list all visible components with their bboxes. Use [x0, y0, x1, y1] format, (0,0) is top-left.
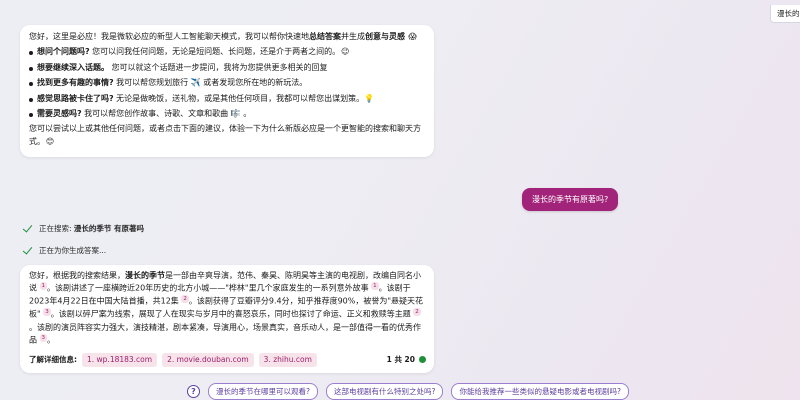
learn-more-row: 了解详细信息: 1. wp.18183.com 2. movie.douban.…: [29, 352, 426, 367]
checkmark-icon: [22, 245, 33, 256]
wink-emoji-icon: 😉: [341, 47, 350, 57]
source-link[interactable]: 2. movie.douban.com: [162, 352, 254, 367]
smile-emoji-icon: 😊: [45, 136, 55, 146]
scream-emoji-icon: 😱: [408, 32, 417, 41]
browser-tab[interactable]: 漫长的季: [770, 5, 800, 23]
status-dot-icon: [419, 356, 426, 364]
citation-link[interactable]: 2: [413, 308, 421, 317]
citation-link[interactable]: 3: [43, 308, 51, 317]
citation-link[interactable]: 1: [371, 282, 379, 291]
suggestion-chip[interactable]: 这部电视剧有什么特别之处吗?: [325, 383, 444, 400]
citation-link[interactable]: 2: [181, 295, 189, 304]
capability-list: 想问个问题吗? 您可以问我任何问题，无论是短问题、长问题，还是介于两者之间的。😉…: [29, 46, 426, 120]
source-link[interactable]: 1. wp.18183.com: [82, 352, 158, 367]
intro-paragraph: 您好，这里是必应！我是微软必应的新型人工智能聊天模式，我可以帮你快速地总结答案并…: [29, 31, 426, 43]
list-item: 需要灵感吗? 我可以帮您创作故事、诗歌、文章和歌曲 🎼 。: [29, 108, 426, 120]
intro-closing: 您可以尝试以上或其他任何问题，或者点击下面的建议，体验一下为什么新版必应是一个更…: [29, 123, 426, 148]
checkmark-icon: [22, 223, 33, 234]
suggestion-chip[interactable]: 漫长的季节在哪里可以观看?: [208, 383, 318, 400]
response-counter: 1 共 20: [387, 354, 426, 366]
citation-link[interactable]: 1: [39, 282, 48, 291]
help-icon[interactable]: ?: [187, 385, 200, 398]
source-link[interactable]: 3. zhihu.com: [258, 352, 317, 367]
learn-more-label: 了解详细信息:: [29, 354, 77, 364]
user-message: 漫长的季节有原著吗?: [522, 188, 619, 211]
search-status: 正在搜索: 漫长的季节 有原著吗: [22, 223, 144, 234]
suggestion-bar: ? 漫长的季节在哪里可以观看? 这部电视剧有什么特别之处吗? 你能给我推荐一些类…: [187, 383, 629, 400]
list-item: 想问个问题吗? 您可以问我任何问题，无论是短问题、长问题，还是介于两者之间的。😉: [29, 46, 426, 58]
answer-text: 您好，根据我的搜索结果，漫长的季节是一部由辛爽导演，范伟、秦昊、陈明昊等主演的电…: [29, 271, 424, 345]
bot-answer-message: 您好，根据我的搜索结果，漫长的季节是一部由辛爽导演，范伟、秦昊、陈明昊等主演的电…: [20, 265, 434, 373]
suggestion-chip[interactable]: 你能给我推荐一些类似的悬疑电影或者电视剧吗?: [451, 383, 629, 400]
citation-link[interactable]: 3: [39, 333, 48, 342]
list-item: 找到更多有趣的事情? 我可以帮您规划旅行 ✈️ 或者发现您所在地的新玩法。: [29, 77, 426, 89]
lightbulb-emoji-icon: 💡: [364, 93, 375, 103]
list-item: 想要继续深入话题。 您可以就这个话题进一步提问，我将为您提供更多相关的回复: [29, 62, 426, 74]
music-emoji-icon: 🎼 。: [230, 108, 252, 118]
list-item: 感觉思路被卡住了吗? 无论是做晚饭，送礼物，或是其他任何项目，我都可以帮您出谋划…: [29, 93, 426, 105]
generate-status: 正在为你生成答案...: [22, 245, 106, 256]
bot-welcome-message: 您好，这里是必应！我是微软必应的新型人工智能聊天模式，我可以帮你快速地总结答案并…: [20, 25, 434, 158]
